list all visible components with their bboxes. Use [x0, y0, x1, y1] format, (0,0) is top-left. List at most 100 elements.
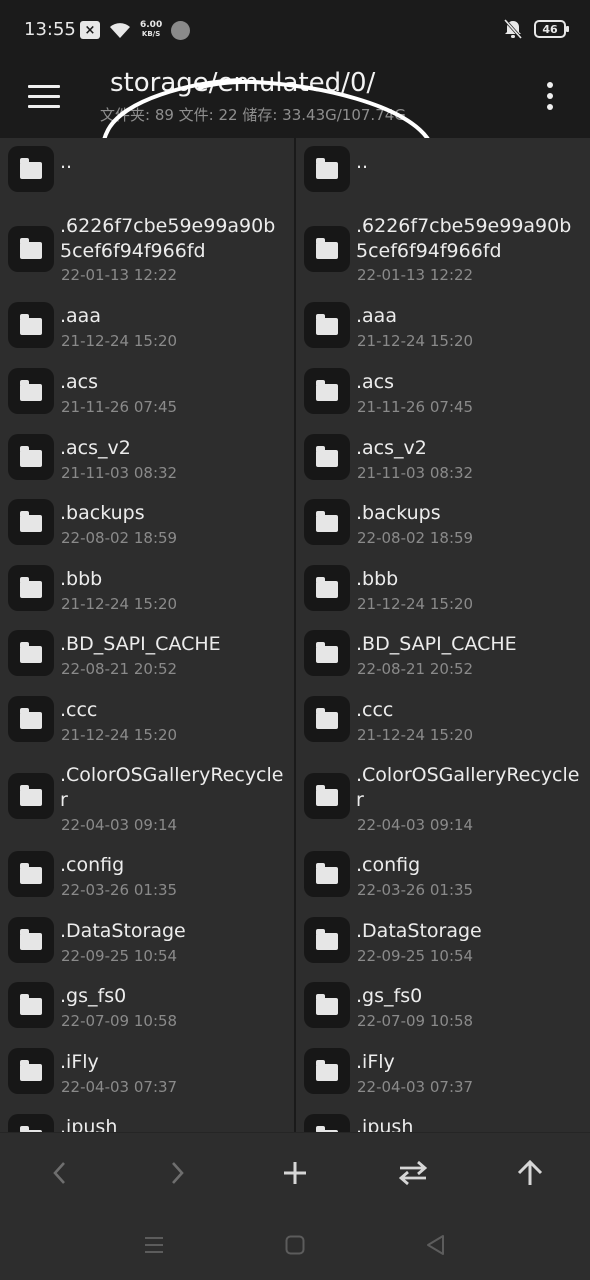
file-date: 22-09-25 10:54 [357, 947, 474, 965]
bottom-toolbar [0, 1132, 590, 1210]
folder-icon[interactable] [8, 851, 54, 897]
folder-icon[interactable] [8, 146, 54, 192]
folder-icon[interactable] [8, 630, 54, 676]
file-date: 21-12-24 15:20 [357, 726, 474, 744]
folder-icon[interactable] [8, 434, 54, 480]
file-date: 22-08-21 20:52 [61, 660, 178, 678]
plus-icon[interactable] [275, 1153, 315, 1193]
folder-glyph [20, 314, 42, 335]
file-name: .BD_SAPI_CACHE [60, 633, 221, 655]
folder-icon[interactable] [304, 565, 350, 611]
folder-glyph [20, 158, 42, 179]
folder-glyph [20, 380, 42, 401]
arrow-up-icon[interactable] [510, 1153, 550, 1193]
chevron-left-icon[interactable] [40, 1153, 80, 1193]
folder-glyph [316, 1060, 338, 1081]
file-date: 22-01-13 12:22 [61, 266, 178, 284]
folder-icon[interactable] [8, 917, 54, 963]
file-name: .ColorOSGalleryRecycler [60, 764, 284, 811]
file-date: 22-08-21 20:52 [357, 660, 474, 678]
file-name: .ipush [356, 1116, 414, 1132]
file-date: 21-12-24 15:20 [357, 332, 474, 350]
file-date: 22-03-26 01:35 [61, 881, 178, 899]
home-icon[interactable] [280, 1230, 310, 1260]
folder-glyph [20, 708, 42, 729]
swap-icon[interactable] [393, 1153, 433, 1193]
battery-level: 46 [542, 22, 558, 36]
file-date: 21-11-26 07:45 [357, 398, 474, 416]
back-icon[interactable] [420, 1230, 450, 1260]
folder-icon[interactable] [8, 368, 54, 414]
folder-glyph [316, 785, 338, 806]
file-date: 21-11-26 07:45 [61, 398, 178, 416]
file-name: .gs_fs0 [60, 985, 127, 1007]
status-bar: 13:55 × 6.00 KB/S 46 [0, 0, 590, 60]
folder-icon[interactable] [304, 434, 350, 480]
folder-icon[interactable] [8, 696, 54, 742]
folder-icon[interactable] [304, 302, 350, 348]
hamburger-menu-icon[interactable] [28, 78, 64, 114]
folder-icon[interactable] [8, 565, 54, 611]
folder-icon[interactable] [304, 368, 350, 414]
folder-icon[interactable] [304, 1048, 350, 1094]
bell-muted-icon [504, 19, 522, 39]
chevron-right-icon[interactable] [157, 1153, 197, 1193]
folder-icon[interactable] [8, 302, 54, 348]
folder-glyph [20, 577, 42, 598]
system-nav-bar [0, 1210, 590, 1280]
file-date: 21-12-24 15:20 [61, 332, 178, 350]
folder-glyph [316, 238, 338, 259]
file-name: .config [60, 854, 125, 876]
left-file-pane[interactable]: .. .6226f7cbe59e99a90b5cef6f94f966fd 22-01… [0, 138, 294, 1132]
folder-icon[interactable] [304, 773, 350, 819]
wifi-icon [110, 23, 130, 38]
folder-glyph [316, 577, 338, 598]
file-name: .DataStorage [60, 920, 186, 942]
folder-icon[interactable] [304, 146, 350, 192]
file-name: .ccc [60, 699, 98, 721]
file-name: .iFly [356, 1051, 395, 1073]
folder-icon[interactable] [304, 696, 350, 742]
app-bar: storage/emulated/0/ 文件夹: 89 文件: 22 储存: 3… [0, 60, 590, 211]
folder-icon[interactable] [8, 499, 54, 545]
net-speed-value: 6.00 [140, 20, 163, 30]
status-left-icons: × 6.00 KB/S [80, 18, 191, 42]
file-name: .backups [60, 502, 145, 524]
folder-icon[interactable] [8, 1048, 54, 1094]
file-name: .acs_v2 [356, 437, 427, 459]
file-name: .ccc [356, 699, 394, 721]
current-path[interactable]: storage/emulated/0/ [110, 68, 375, 98]
file-name: .ipush [60, 1116, 118, 1132]
folder-icon[interactable] [8, 226, 54, 272]
right-file-pane[interactable]: .. .6226f7cbe59e99a90b5cef6f94f966fd 22-01… [296, 138, 590, 1132]
file-name: .6226f7cbe59e99a90b5cef6f94f966fd [60, 215, 276, 262]
net-speed: 6.00 KB/S [140, 21, 162, 39]
more-vert-icon[interactable] [540, 76, 560, 116]
folder-icon[interactable] [304, 226, 350, 272]
folder-icon[interactable] [8, 1114, 54, 1132]
folder-icon[interactable] [304, 1114, 350, 1132]
recents-icon[interactable] [139, 1230, 169, 1260]
file-name: .aaa [60, 305, 101, 327]
folder-icon[interactable] [304, 499, 350, 545]
file-date: 22-08-02 18:59 [61, 529, 178, 547]
file-date: 22-03-26 01:35 [357, 881, 474, 899]
file-name: .gs_fs0 [356, 985, 423, 1007]
file-name: .acs [60, 371, 99, 393]
folder-icon[interactable] [304, 630, 350, 676]
folder-icon[interactable] [8, 982, 54, 1028]
folder-icon[interactable] [304, 982, 350, 1028]
folder-glyph [20, 642, 42, 663]
file-date: 22-07-09 10:58 [61, 1012, 178, 1030]
app-notification-icon [171, 20, 191, 40]
folder-icon[interactable] [304, 851, 350, 897]
storage-stats: 文件夹: 89 文件: 22 储存: 33.43G/107.74G [100, 106, 406, 124]
folder-icon[interactable] [8, 773, 54, 819]
folder-glyph [20, 238, 42, 259]
file-date: 22-04-03 07:37 [357, 1078, 474, 1096]
file-name: .. [356, 151, 369, 173]
file-date: 22-01-13 12:22 [357, 266, 474, 284]
file-date: 21-11-03 08:32 [357, 464, 474, 482]
file-date: 21-12-24 15:20 [357, 595, 474, 613]
folder-icon[interactable] [304, 917, 350, 963]
